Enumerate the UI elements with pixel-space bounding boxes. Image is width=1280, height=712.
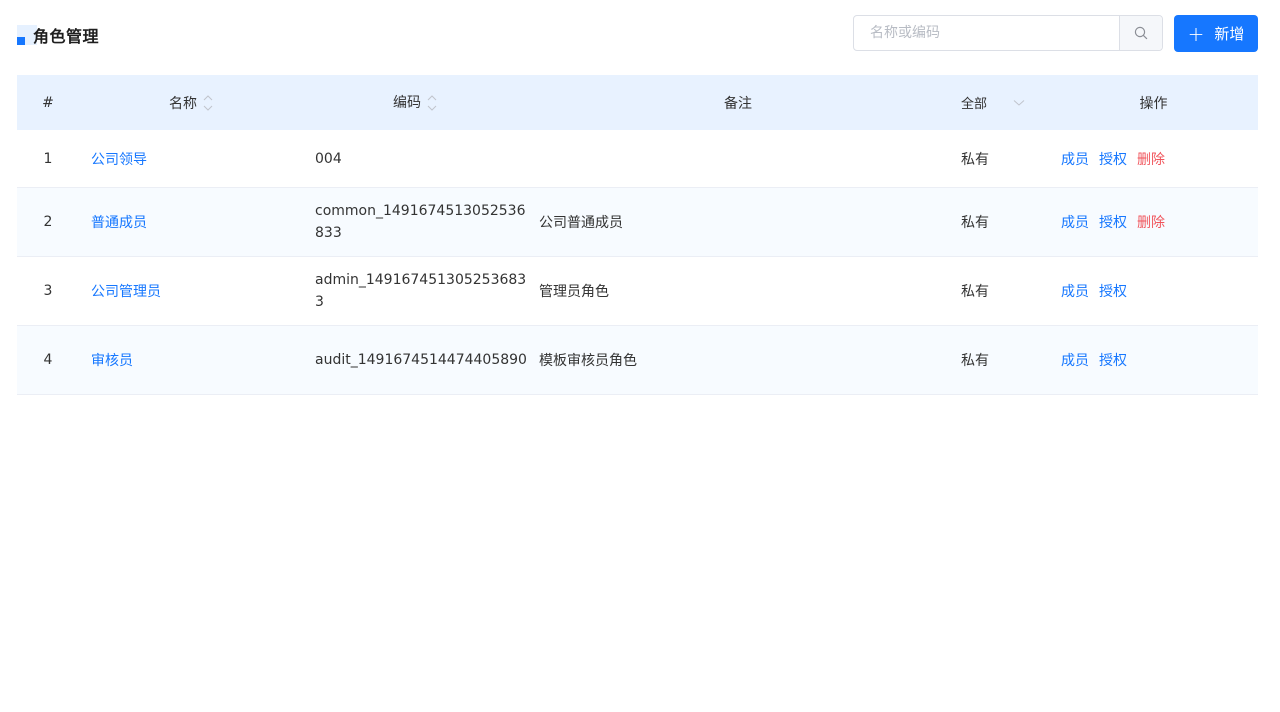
sort-icon[interactable] <box>203 93 213 113</box>
search-input[interactable] <box>854 16 1119 50</box>
add-button-label: 新增 <box>1214 25 1245 43</box>
role-name-link[interactable]: 审核员 <box>91 353 133 369</box>
table-row: 1 公司领导 004 私有 成员 授权 删除 <box>17 130 1258 188</box>
header-scope-label: 全部 <box>961 97 988 112</box>
title-wrap: 角色管理 <box>17 24 103 46</box>
sort-icon[interactable] <box>427 93 437 113</box>
role-scope: 私有 <box>961 284 989 300</box>
row-actions: 成员 授权 删除 <box>1049 212 1258 232</box>
page-title: 角色管理 <box>33 27 100 46</box>
authorize-button[interactable]: 授权 <box>1099 215 1127 231</box>
header-scope-filter[interactable]: 全部 <box>949 93 1049 112</box>
role-remark: 公司普通成员 <box>539 215 623 231</box>
row-actions: 成员 授权 删除 <box>1049 149 1258 169</box>
table-row: 3 公司管理员 admin_149167451305253683 3 管理员角色… <box>17 257 1258 326</box>
row-index: 2 <box>43 214 53 230</box>
row-index: 4 <box>43 352 53 368</box>
header-name[interactable]: 名称 <box>79 93 303 113</box>
role-code: audit_1491674514474405890 <box>315 352 527 368</box>
role-code: common_1491674513052536833 <box>315 203 526 241</box>
authorize-button[interactable]: 授权 <box>1099 284 1127 300</box>
row-index: 1 <box>43 150 53 167</box>
header-ops: 操作 <box>1139 95 1168 112</box>
plus-icon: + <box>1187 21 1205 46</box>
authorize-button[interactable]: 授权 <box>1099 152 1127 168</box>
role-remark: 模板审核员角色 <box>539 353 637 369</box>
members-button[interactable]: 成员 <box>1061 284 1089 300</box>
table-row: 4 审核员 audit_1491674514474405890 模板审核员角色 … <box>17 326 1258 395</box>
row-index: 3 <box>43 283 53 299</box>
role-code: admin_149167451305253683 3 <box>315 272 527 310</box>
chevron-down-icon <box>1013 99 1025 106</box>
roles-table: # 名称 编码 备注 全部 操作 1 公司领导 004 私有 成员 授权 删除 … <box>17 75 1258 395</box>
table-header-row: # 名称 编码 备注 全部 操作 <box>17 75 1258 130</box>
role-code: 004 <box>315 150 342 167</box>
row-actions: 成员 授权 <box>1049 281 1258 301</box>
header-name-label: 名称 <box>169 95 197 112</box>
search-box <box>853 15 1163 51</box>
role-name-link[interactable]: 普通成员 <box>91 215 147 231</box>
delete-button[interactable]: 删除 <box>1137 152 1165 168</box>
role-scope: 私有 <box>961 353 989 369</box>
header-code-label: 编码 <box>393 94 421 111</box>
members-button[interactable]: 成员 <box>1061 152 1089 168</box>
members-button[interactable]: 成员 <box>1061 215 1089 231</box>
add-button[interactable]: + 新增 <box>1174 15 1258 52</box>
role-management-page: 角色管理 + 新增 # 名称 <box>0 0 1280 712</box>
role-scope: 私有 <box>961 151 989 168</box>
role-scope: 私有 <box>961 215 989 231</box>
role-name-link[interactable]: 公司领导 <box>91 152 147 168</box>
members-button[interactable]: 成员 <box>1061 353 1089 369</box>
role-name-link[interactable]: 公司管理员 <box>91 284 161 300</box>
header-remark: 备注 <box>724 95 752 112</box>
header-code[interactable]: 编码 <box>303 92 527 114</box>
role-remark: 管理员角色 <box>539 284 609 300</box>
delete-button[interactable]: 删除 <box>1137 215 1165 231</box>
search-icon <box>1134 26 1148 40</box>
header-index: # <box>42 94 54 111</box>
authorize-button[interactable]: 授权 <box>1099 353 1127 369</box>
search-button[interactable] <box>1119 16 1162 50</box>
table-row: 2 普通成员 common_1491674513052536833 公司普通成员… <box>17 188 1258 257</box>
row-actions: 成员 授权 <box>1049 350 1258 370</box>
page-header: 角色管理 + 新增 <box>17 14 1258 54</box>
